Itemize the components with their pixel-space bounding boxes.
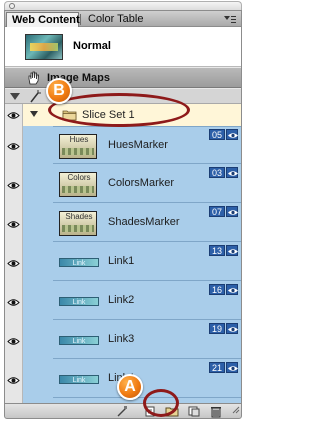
- tab-color-table[interactable]: Color Table: [79, 12, 148, 27]
- slice-row-link3[interactable]: Link Link3 19: [53, 321, 241, 359]
- eye-icon[interactable]: [7, 111, 20, 123]
- eye-icon[interactable]: [7, 220, 20, 232]
- slice-number-badge: 05: [208, 129, 225, 140]
- slice-row-link4[interactable]: Link Link4 21: [53, 360, 241, 398]
- slice-row-colors[interactable]: Colors ColorsMarker 03: [53, 165, 241, 203]
- slice-thumbnail: Link: [59, 375, 99, 384]
- slice-number-badge: 21: [208, 362, 225, 373]
- callout-a: A: [117, 374, 143, 400]
- slice-number-badge: 19: [208, 323, 225, 334]
- hand-icon: [27, 71, 40, 88]
- resize-grip-icon[interactable]: [232, 405, 240, 417]
- slice-row-link1[interactable]: Link Link1 13: [53, 243, 241, 281]
- panel-titlebar[interactable]: [4, 1, 242, 10]
- slice-eye-badge-icon[interactable]: [226, 167, 238, 178]
- tab-web-content[interactable]: Web Content: [6, 12, 80, 27]
- slice-thumbnail: Link: [59, 336, 99, 345]
- slice-number-badge: 03: [208, 167, 225, 178]
- slice-thumbnail: Hues: [59, 134, 97, 159]
- slice-eye-badge-icon[interactable]: [226, 284, 238, 295]
- slice-tool-icon[interactable]: [115, 405, 129, 418]
- normal-state-row[interactable]: Normal: [5, 27, 241, 67]
- slice-name: Link2: [108, 294, 135, 306]
- slice-number-badge: 13: [208, 245, 225, 256]
- slice-name: Link3: [108, 333, 135, 345]
- slice-eye-badge-icon[interactable]: [226, 323, 238, 334]
- slice-eye-badge-icon[interactable]: [226, 245, 238, 256]
- web-content-panel: Web Content Color Table Normal Image Map…: [0, 0, 250, 423]
- disclosure-triangle-icon[interactable]: [10, 93, 20, 100]
- slice-thumbnail: Shades: [59, 211, 97, 236]
- slice-thumbnail: Link: [59, 258, 99, 267]
- slice-eye-badge-icon[interactable]: [226, 129, 238, 140]
- trash-icon[interactable]: [209, 405, 223, 418]
- eye-icon[interactable]: [7, 337, 20, 349]
- eye-icon[interactable]: [7, 259, 20, 271]
- duplicate-icon[interactable]: [187, 405, 201, 418]
- panel-bottom-toolbar: [4, 403, 242, 419]
- slice-name: Link1: [108, 255, 135, 267]
- slice-set-disclosure-icon[interactable]: [30, 111, 38, 117]
- slice-row-shades[interactable]: Shades ShadesMarker 07: [53, 204, 241, 242]
- normal-thumbnail: [25, 34, 63, 60]
- eye-icon[interactable]: [7, 181, 20, 193]
- slice-row-link2[interactable]: Link Link2 16: [53, 282, 241, 320]
- close-dot-icon[interactable]: [9, 3, 15, 9]
- slice-number-badge: 07: [208, 206, 225, 217]
- slice-row-hues[interactable]: Hues HuesMarker 05: [53, 126, 241, 164]
- slice-eye-badge-icon[interactable]: [226, 206, 238, 217]
- slice-number-badge: 16: [208, 284, 225, 295]
- eye-icon[interactable]: [7, 376, 20, 388]
- panel-body: Normal Image Maps Slice Set 1 Hues HuesM…: [4, 27, 242, 403]
- new-folder-highlight-ring: [143, 389, 179, 417]
- slice-thumbnail: Link: [59, 297, 99, 306]
- callout-b: B: [46, 78, 72, 104]
- slice-name: ColorsMarker: [108, 177, 175, 189]
- tab-bar: Web Content Color Table: [4, 10, 242, 27]
- normal-label: Normal: [73, 40, 111, 52]
- slice-thumbnail: Colors: [59, 172, 97, 197]
- eye-icon[interactable]: [7, 142, 20, 154]
- slice-eye-badge-icon[interactable]: [226, 362, 238, 373]
- slice-name: HuesMarker: [108, 139, 168, 151]
- slice-name: ShadesMarker: [108, 216, 180, 228]
- image-maps-row[interactable]: Image Maps: [5, 68, 241, 88]
- panel-menu-icon[interactable]: [223, 14, 237, 25]
- eye-icon[interactable]: [7, 298, 20, 310]
